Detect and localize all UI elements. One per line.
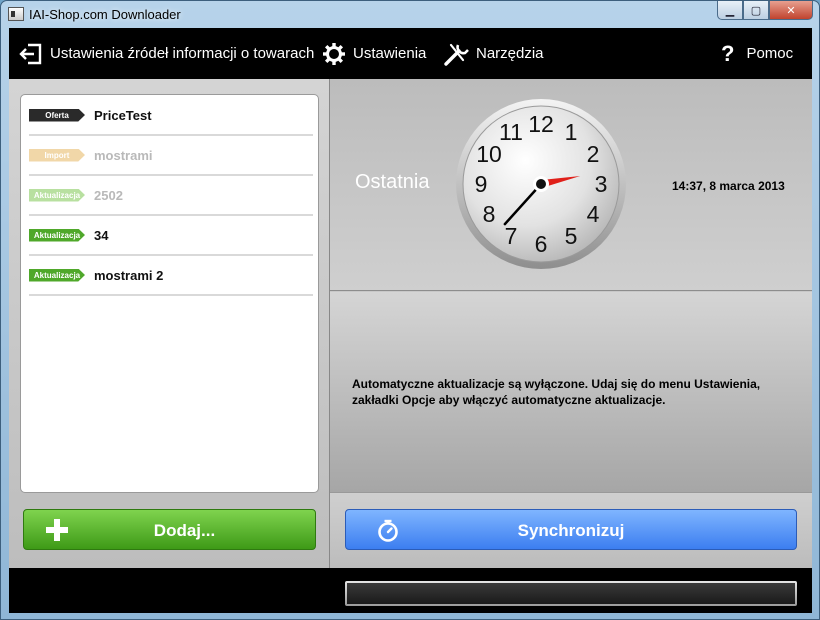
sources-panel: Oferta PriceTest Import mostrami Aktuali… <box>9 79 329 568</box>
sign-in-icon <box>19 43 42 64</box>
app-window: IAI-Shop.com Downloader ▁ ▢ ✕ Ustawienia… <box>0 0 820 620</box>
sources-list[interactable]: Oferta PriceTest Import mostrami Aktuali… <box>20 94 319 493</box>
source-tag: Oferta <box>29 108 85 122</box>
nav-help[interactable]: ? Pomoc <box>721 28 793 79</box>
nav-help-label: Pomoc <box>746 45 794 62</box>
clock-numeral: 7 <box>505 223 518 249</box>
source-tag: Aktualizacja <box>29 188 85 202</box>
list-item[interactable]: Oferta PriceTest <box>29 96 313 136</box>
progress-track <box>347 583 795 604</box>
source-name: mostrami <box>94 147 153 163</box>
last-sync-panel: Ostatnia 12 1 2 3 4 5 6 7 8 9 10 11 14:3… <box>330 79 812 291</box>
top-menu-bar: Ustawienia źródeł informacji o towarach … <box>9 28 812 79</box>
list-item[interactable]: Aktualizacja mostrami 2 <box>29 256 313 296</box>
app-icon <box>8 7 24 21</box>
clock-center-dot <box>536 179 546 189</box>
source-name: mostrami 2 <box>94 267 164 283</box>
window-title: IAI-Shop.com Downloader <box>29 7 181 22</box>
nav-tools-label: Narzędzia <box>476 45 544 62</box>
last-sync-datetime: 14:37, 8 marca 2013 <box>672 179 785 193</box>
source-name: 34 <box>94 227 109 243</box>
sync-progress-bar <box>345 581 797 606</box>
title-bar[interactable]: IAI-Shop.com Downloader ▁ ▢ ✕ <box>1 1 819 28</box>
source-tag: Aktualizacja <box>29 228 85 242</box>
nav-sources-settings[interactable]: Ustawienia źródeł informacji o towarach <box>19 28 314 79</box>
close-button[interactable]: ✕ <box>769 1 813 20</box>
add-source-button[interactable]: Dodaj... <box>23 509 316 550</box>
synchronize-label: Synchronizuj <box>517 521 625 540</box>
sync-area: Synchronizuj <box>330 492 812 568</box>
source-name: PriceTest <box>94 107 152 123</box>
maximize-icon: ▢ <box>750 4 762 17</box>
auto-update-message: Automatyczne aktualizacje są wyłączone. … <box>352 377 761 407</box>
maximize-button[interactable]: ▢ <box>743 1 769 20</box>
add-button-label: Dodaj... <box>153 521 216 540</box>
question-icon: ? <box>721 40 735 66</box>
clock-numeral: 12 <box>528 111 554 137</box>
minimize-icon: ▁ <box>725 4 735 17</box>
clock-numeral: 4 <box>587 201 600 227</box>
clock-numeral: 3 <box>595 171 608 197</box>
clock-numeral: 2 <box>587 141 600 167</box>
status-bar <box>9 568 812 613</box>
source-tag: Import <box>29 148 85 162</box>
nav-settings-label: Ustawienia <box>353 45 427 62</box>
source-name: 2502 <box>94 187 123 203</box>
nav-tools[interactable]: Narzędzia <box>443 28 544 79</box>
close-icon: ✕ <box>786 4 796 17</box>
status-panel: Ostatnia 12 1 2 3 4 5 6 7 8 9 10 11 14:3… <box>330 79 812 568</box>
last-sync-label: Ostatnia <box>355 171 430 193</box>
info-panel: Automatyczne aktualizacje są wyłączone. … <box>330 292 812 492</box>
nav-sources-label: Ustawienia źródeł informacji o towarach <box>50 45 315 62</box>
synchronize-button[interactable]: Synchronizuj <box>345 509 797 550</box>
clock-numeral: 8 <box>483 201 496 227</box>
clock-numeral: 5 <box>565 223 578 249</box>
list-item[interactable]: Import mostrami <box>29 136 313 176</box>
clock-numeral: 11 <box>499 119 523 145</box>
clock-numeral: 9 <box>475 171 488 197</box>
gear-icon <box>323 42 345 65</box>
clock-numeral: 6 <box>535 231 548 257</box>
list-item[interactable]: Aktualizacja 2502 <box>29 176 313 216</box>
nav-settings[interactable]: Ustawienia <box>322 28 426 79</box>
clock-numeral: 1 <box>565 119 578 145</box>
window-controls: ▁ ▢ ✕ <box>717 1 813 20</box>
source-tag: Aktualizacja <box>29 268 85 282</box>
client-area: Ustawienia źródeł informacji o towarach … <box>9 28 812 613</box>
wrench-icon <box>444 43 469 66</box>
list-item[interactable]: Aktualizacja 34 <box>29 216 313 256</box>
minimize-button[interactable]: ▁ <box>717 1 743 20</box>
clock-icon: 12 12 3 45678 9 1011 <box>456 99 626 269</box>
clock-numeral: 10 <box>476 141 502 167</box>
